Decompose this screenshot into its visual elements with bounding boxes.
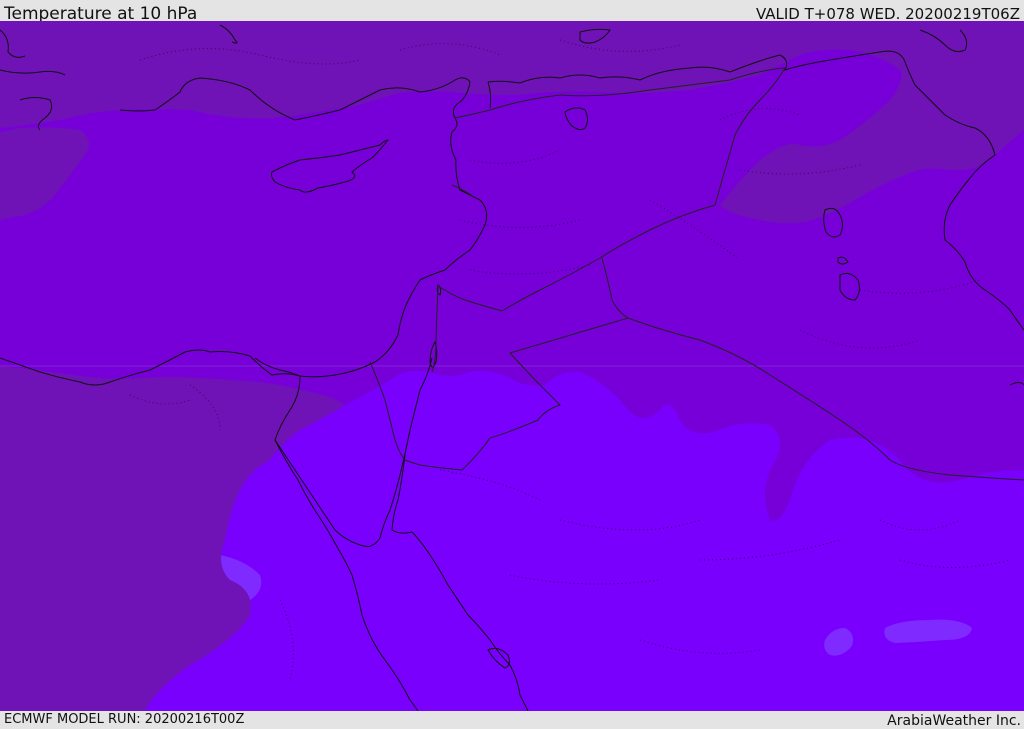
header-bar: Temperature at 10 hPa VALID T+078 WED. 2…: [0, 0, 1024, 24]
weather-map[interactable]: [0, 21, 1024, 711]
model-run-label: ECMWF MODEL RUN: 20200216T00Z: [4, 712, 245, 727]
credit-label: ArabiaWeather Inc.: [887, 713, 1021, 729]
footer-bar: ECMWF MODEL RUN: 20200216T00Z ArabiaWeat…: [0, 711, 1024, 729]
